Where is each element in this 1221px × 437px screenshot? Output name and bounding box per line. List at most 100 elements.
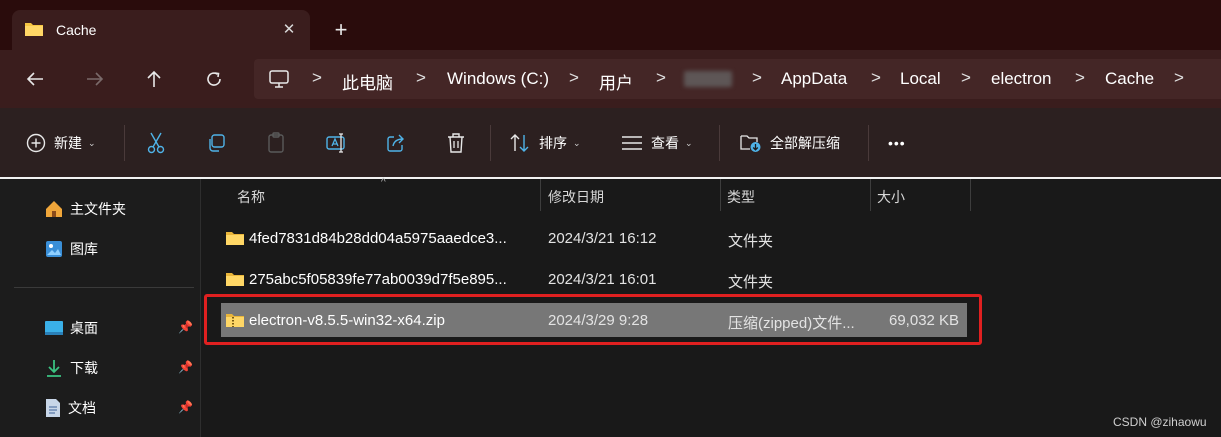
title-bar: Cache ✕ + (0, 0, 1221, 50)
cut-button[interactable] (146, 130, 166, 156)
sidebar-item-desktop[interactable]: 桌面 (44, 316, 98, 340)
toolbar-divider (490, 125, 491, 161)
command-bar: 新建 ⌄ 排序 ⌄ 查看 ⌄ 全部解压缩 ••• (0, 108, 1221, 177)
file-name: 275abc5f05839fe77ab0039d7f5e895... (249, 271, 507, 288)
file-date: 2024/3/21 16:12 (548, 230, 657, 247)
new-tab-button[interactable]: + (326, 16, 356, 46)
file-row[interactable]: 4fed7831d84b28dd04a5975aaedce3... 2024/3… (221, 221, 967, 255)
breadcrumb-this-pc[interactable]: 此电脑 (342, 69, 393, 94)
breadcrumb-separator: > (416, 68, 426, 87)
copy-button[interactable] (206, 130, 226, 156)
sidebar-item-label: 主文件夹 (70, 201, 126, 217)
toolbar-divider (868, 125, 869, 161)
rename-button[interactable] (326, 130, 348, 156)
view-button[interactable]: 查看 ⌄ (621, 130, 693, 156)
column-divider[interactable] (540, 179, 541, 211)
pin-icon[interactable]: 📌 (178, 320, 193, 334)
close-icon[interactable]: ✕ (278, 19, 300, 41)
column-divider[interactable] (720, 179, 721, 211)
breadcrumb-users[interactable]: 用户 (599, 69, 633, 94)
clipboard-icon (266, 132, 286, 154)
breadcrumb-username-redacted[interactable] (684, 71, 732, 87)
file-row[interactable]: 275abc5f05839fe77ab0039d7f5e895... 2024/… (221, 262, 967, 296)
tab-cache[interactable]: Cache ✕ (12, 10, 310, 50)
trash-icon (446, 132, 466, 154)
column-header-size[interactable]: 大小 (877, 187, 905, 207)
column-header-name[interactable]: 名称 (237, 187, 265, 207)
sort-button-label: 排序 (539, 135, 567, 151)
extract-folder-icon (740, 133, 762, 153)
back-arrow-icon[interactable] (20, 64, 50, 94)
extract-all-label: 全部解压缩 (770, 135, 840, 151)
column-divider[interactable] (870, 179, 871, 211)
watermark: CSDN @zihaowu (1113, 415, 1207, 429)
breadcrumb-cache[interactable]: Cache (1105, 69, 1154, 89)
sort-button[interactable]: 排序 ⌄ (509, 130, 581, 156)
sort-ascending-icon: ^ (381, 177, 386, 188)
chevron-down-icon: ⌄ (573, 137, 581, 148)
new-button[interactable]: 新建 ⌄ (26, 130, 96, 156)
more-options-button[interactable]: ••• (888, 130, 906, 156)
breadcrumb-windows-c[interactable]: Windows (C:) (447, 69, 549, 89)
breadcrumb-electron[interactable]: electron (991, 69, 1051, 89)
sidebar-item-downloads[interactable]: 下载 (44, 356, 98, 380)
sidebar-item-label: 下载 (70, 360, 98, 376)
toolbar-divider (719, 125, 720, 161)
download-icon (44, 358, 64, 378)
extract-all-button[interactable]: 全部解压缩 (740, 130, 840, 156)
document-icon (44, 398, 62, 418)
home-icon (44, 199, 64, 219)
breadcrumb-separator: > (871, 68, 881, 87)
copy-icon (206, 133, 226, 153)
toolbar-divider (124, 125, 125, 161)
breadcrumb-separator: > (656, 68, 666, 87)
column-header-type[interactable]: 类型 (727, 187, 755, 207)
sidebar-item-label: 桌面 (70, 320, 98, 336)
file-type: 文件夹 (728, 274, 774, 291)
pin-icon[interactable]: 📌 (178, 400, 193, 414)
breadcrumb-separator: > (752, 68, 762, 87)
up-arrow-icon[interactable] (139, 64, 169, 94)
breadcrumb-appdata[interactable]: AppData (781, 69, 847, 89)
view-button-label: 查看 (651, 135, 679, 151)
sidebar-item-gallery[interactable]: 图库 (44, 237, 98, 261)
breadcrumb-separator: > (569, 68, 579, 87)
sidebar-item-documents[interactable]: 文档 (44, 396, 96, 420)
sidebar-item-label: 图库 (70, 241, 98, 257)
forward-arrow-icon[interactable] (80, 64, 110, 94)
chevron-down-icon: ⌄ (685, 137, 693, 148)
navigation-pane: 主文件夹 图库 桌面 📌 下载 📌 文档 📌 (0, 179, 200, 437)
breadcrumb-separator: > (961, 68, 971, 87)
desktop-icon (44, 319, 64, 337)
new-button-label: 新建 (54, 135, 82, 151)
sidebar-divider (14, 287, 194, 288)
column-header-date[interactable]: 修改日期 (548, 187, 604, 207)
folder-icon (225, 229, 245, 247)
sidebar-item-home[interactable]: 主文件夹 (44, 197, 126, 221)
computer-icon (268, 69, 290, 89)
paste-button[interactable] (266, 130, 286, 156)
file-type: 文件夹 (728, 233, 774, 250)
share-button[interactable] (386, 130, 406, 156)
delete-button[interactable] (446, 130, 466, 156)
share-icon (386, 133, 406, 153)
folder-icon (225, 270, 245, 288)
breadcrumb-separator: > (312, 68, 322, 87)
list-view-icon (621, 134, 643, 152)
navigation-bar: > 此电脑 > Windows (C:) > 用户 > > AppData > … (0, 50, 1221, 108)
sidebar-item-label: 文档 (68, 400, 96, 416)
tab-title: Cache (56, 22, 97, 38)
column-divider[interactable] (970, 179, 971, 211)
gallery-icon (44, 239, 64, 259)
scissors-icon (146, 132, 166, 154)
sort-arrows-icon (509, 133, 531, 153)
refresh-icon[interactable] (199, 64, 229, 94)
add-circle-icon (26, 133, 46, 153)
pin-icon[interactable]: 📌 (178, 360, 193, 374)
rename-icon (326, 133, 348, 153)
annotation-highlight-box (204, 294, 982, 345)
breadcrumb-separator: > (1174, 68, 1184, 87)
breadcrumb-local[interactable]: Local (900, 69, 941, 89)
address-bar[interactable]: > 此电脑 > Windows (C:) > 用户 > > AppData > … (254, 59, 1221, 99)
breadcrumb-separator: > (1075, 68, 1085, 87)
